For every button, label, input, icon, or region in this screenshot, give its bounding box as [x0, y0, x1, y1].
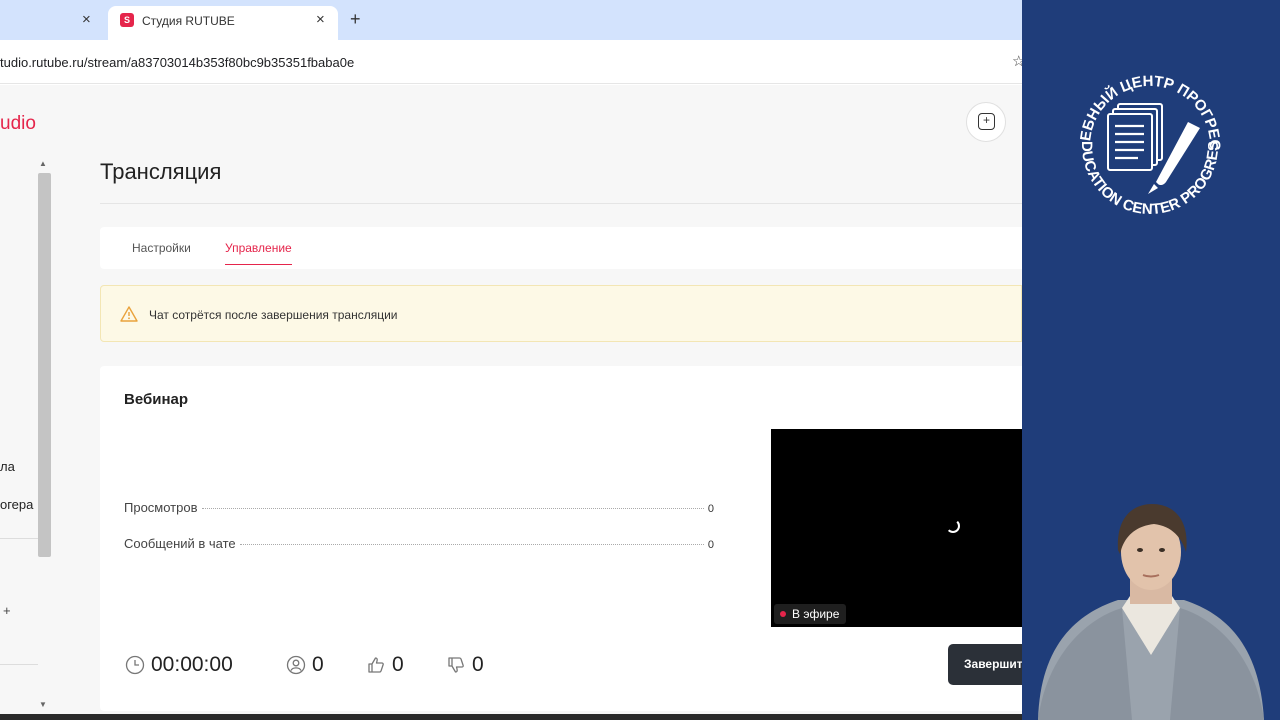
taskbar-strip	[0, 714, 1022, 720]
dislikes-value: 0	[472, 653, 484, 676]
tab-close-icon[interactable]: ×	[316, 11, 325, 28]
warning-icon	[120, 306, 138, 322]
stat-label: Сообщений в чате	[124, 536, 236, 551]
live-badge: В эфире	[774, 604, 847, 624]
inactive-tab-close-icon[interactable]: ×	[82, 11, 91, 28]
stream-card: Вебинар Просмотров 0 Сообщений в чате 0 …	[100, 366, 1022, 711]
thumbs-up-icon	[368, 657, 384, 673]
browser-tab-bar: × S Студия RUTUBE × +	[0, 0, 1022, 40]
sidebar-scrollbar[interactable]	[38, 173, 51, 557]
upload-button[interactable]: +	[966, 102, 1006, 142]
sidebar-item-2[interactable]: огера	[0, 497, 33, 512]
dotted-leader	[239, 544, 704, 545]
page-title: Трансляция	[100, 159, 222, 184]
clock-icon	[125, 655, 145, 675]
tab-settings[interactable]: Настройки	[132, 241, 191, 255]
duration-value: 00:00:00	[151, 653, 233, 676]
stat-chat-messages: Сообщений в чате 0	[124, 536, 714, 551]
warning-text: Чат сотрётся после завершения трансляции	[149, 308, 398, 322]
sidebar-item-1[interactable]: ла	[0, 459, 15, 474]
sidebar-add-icon[interactable]: +	[3, 603, 11, 618]
new-tab-button[interactable]: +	[350, 9, 361, 30]
video-player[interactable]: В эфире	[771, 429, 1022, 627]
dotted-leader	[201, 508, 704, 509]
viewer-icon	[286, 655, 306, 675]
stat-value: 0	[707, 539, 714, 551]
presenter-video	[1022, 480, 1280, 720]
tab-title: Студия RUTUBE	[142, 14, 235, 28]
studio-logo[interactable]: udio	[0, 113, 36, 135]
address-bar: tudio.rutube.ru/stream/a83703014b353f80b…	[0, 40, 1025, 84]
stat-value: 0	[707, 503, 714, 515]
tabs-container: Настройки Управление	[100, 227, 1022, 269]
presenter-panel: УЧЕБНЫЙ ЦЕНТР ПРОГРЕСС EDUCATION CENTER …	[1022, 0, 1280, 720]
thumbs-down-icon	[448, 657, 464, 673]
url-field[interactable]: tudio.rutube.ru/stream/a83703014b353f80b…	[0, 55, 354, 70]
stream-title: Вебинар	[124, 391, 189, 408]
sidebar-divider	[0, 538, 38, 539]
end-stream-button[interactable]: Завершить	[948, 644, 1022, 685]
loading-spinner-icon	[946, 519, 960, 533]
sidebar-divider	[0, 664, 38, 665]
viewers-value: 0	[312, 653, 324, 676]
stat-views: Просмотров 0	[124, 500, 714, 515]
likes-stat: 0	[366, 653, 404, 677]
likes-value: 0	[392, 653, 404, 676]
plus-square-icon: +	[978, 113, 995, 130]
live-dot-icon	[780, 611, 786, 617]
live-label: В эфире	[792, 607, 840, 621]
education-center-logo: УЧЕБНЫЙ ЦЕНТР ПРОГРЕСС EDUCATION CENTER …	[1068, 64, 1223, 218]
scroll-down-icon[interactable]: ▼	[39, 700, 47, 709]
stat-label: Просмотров	[124, 500, 198, 515]
tab-management[interactable]: Управление	[225, 241, 292, 265]
viewers-stat: 0	[286, 653, 324, 677]
divider	[100, 203, 1022, 204]
warning-banner: Чат сотрётся после завершения трансляции	[100, 285, 1022, 342]
browser-tab-active[interactable]: S Студия RUTUBE ×	[108, 6, 338, 40]
dislikes-stat: 0	[446, 653, 484, 677]
duration-stat: 00:00:00	[125, 653, 233, 677]
rutube-favicon-icon: S	[120, 13, 134, 27]
scroll-up-icon[interactable]: ▲	[39, 159, 47, 168]
page-content: udio ▲ ▼ ла огера + + Трансляция Настрой…	[0, 85, 1022, 720]
